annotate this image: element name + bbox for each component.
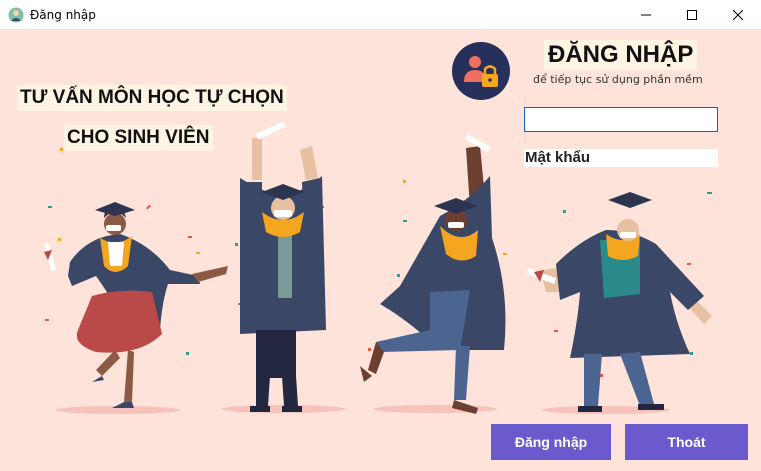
hero-heading-line2: CHO SINH VIÊN: [64, 125, 213, 151]
user-lock-icon: [464, 56, 498, 87]
close-icon: [733, 10, 743, 20]
maximize-button[interactable]: [669, 0, 715, 30]
login-title: ĐĂNG NHẬP: [544, 40, 698, 70]
password-field[interactable]: Mật khẩu: [524, 149, 718, 167]
hero-heading-line1: TƯ VẤN MÔN HỌC TỰ CHỌN: [17, 85, 287, 111]
maximize-icon: [687, 10, 697, 20]
window-title: Đăng nhập: [30, 8, 96, 22]
username-input[interactable]: [524, 107, 718, 132]
title-bar: Đăng nhập: [0, 0, 761, 30]
login-button[interactable]: Đăng nhập: [491, 424, 611, 460]
close-button[interactable]: [715, 0, 761, 30]
minimize-icon: [641, 14, 651, 16]
user-lock-avatar: [452, 42, 510, 100]
login-subtitle: để tiếp tục sử dụng phần mềm: [533, 73, 703, 86]
login-form: TƯ VẤN MÔN HỌC TỰ CHỌN CHO SINH VIÊN ĐĂN…: [0, 30, 761, 471]
app-logo-icon: [8, 7, 24, 23]
minimize-button[interactable]: [623, 0, 669, 30]
exit-button[interactable]: Thoát: [625, 424, 748, 460]
